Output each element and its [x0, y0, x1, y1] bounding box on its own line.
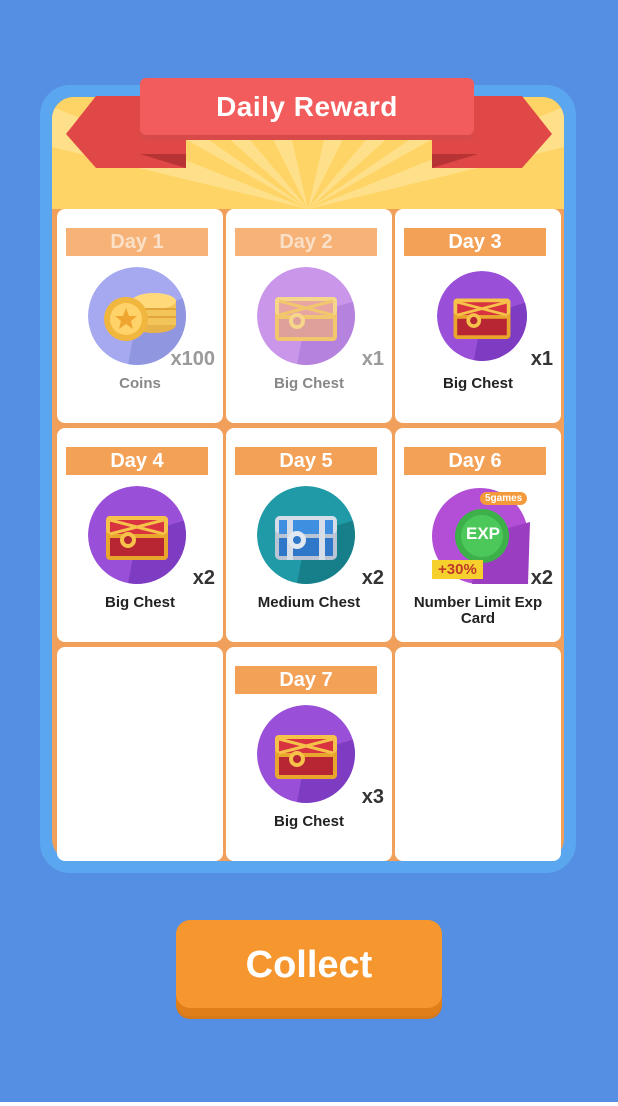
- big-chest-icon: [257, 267, 355, 365]
- collect-button[interactable]: Collect: [176, 920, 442, 1016]
- reward-name: Big Chest: [104, 594, 175, 611]
- reward-name: Medium Chest: [257, 594, 361, 611]
- day-label: Day 1: [66, 228, 208, 256]
- reward-name: Big Chest: [273, 375, 344, 392]
- bottom-strip: [0, 1102, 618, 1106]
- day-label: Day 2: [235, 228, 377, 256]
- reward-grid: Day 1 x100 Coins Day 2 x1 Big Chest Day …: [57, 209, 561, 861]
- reward-quantity: x3: [361, 786, 384, 808]
- empty-cell: [395, 647, 561, 861]
- day-label: Day 4: [66, 447, 208, 475]
- reward-cell-day-3[interactable]: Day 3 x1 Big Chest: [395, 209, 561, 423]
- reward-cell-day-1[interactable]: Day 1 x100 Coins: [57, 209, 223, 423]
- reward-cell-day-4[interactable]: Day 4 x2 Big Chest: [57, 428, 223, 642]
- reward-cell-day-5[interactable]: Day 5 x2 Medium Chest: [226, 428, 392, 642]
- big-chest-icon: [437, 271, 527, 361]
- exp-label: EXP: [465, 524, 501, 543]
- reward-name: Coins: [119, 375, 161, 392]
- page-title: Daily Reward: [216, 91, 398, 122]
- games-badge: 5games: [480, 492, 528, 505]
- reward-quantity: x2: [192, 567, 215, 589]
- reward-cell-day-6[interactable]: Day 6 EXP 5games +30% x2 Number Limit Ex…: [395, 428, 561, 642]
- reward-quantity: x1: [361, 348, 384, 370]
- reward-quantity: x2: [361, 567, 384, 589]
- reward-name: Big Chest: [273, 813, 344, 830]
- reward-name: Big Chest: [442, 375, 513, 392]
- reward-quantity: x100: [170, 348, 216, 370]
- exp-card-icon: EXP 5games +30%: [430, 486, 530, 586]
- reward-quantity: x1: [530, 348, 553, 370]
- day-label: Day 5: [235, 447, 377, 475]
- day-label: Day 7: [235, 666, 377, 694]
- reward-cell-day-7[interactable]: Day 7 x3 Big Chest: [226, 647, 392, 861]
- reward-cell-day-2[interactable]: Day 2 x1 Big Chest: [226, 209, 392, 423]
- empty-cell: [57, 647, 223, 861]
- big-chest-icon: [257, 705, 355, 803]
- title-ribbon: Daily Reward: [140, 78, 474, 140]
- day-label: Day 3: [404, 228, 546, 256]
- medium-chest-icon: [257, 486, 355, 584]
- exp-bonus-badge: +30%: [432, 560, 483, 579]
- reward-quantity: x2: [530, 567, 553, 589]
- day-label: Day 6: [404, 447, 546, 475]
- big-chest-icon: [88, 486, 186, 584]
- reward-name: Number Limit Exp Card: [413, 594, 543, 627]
